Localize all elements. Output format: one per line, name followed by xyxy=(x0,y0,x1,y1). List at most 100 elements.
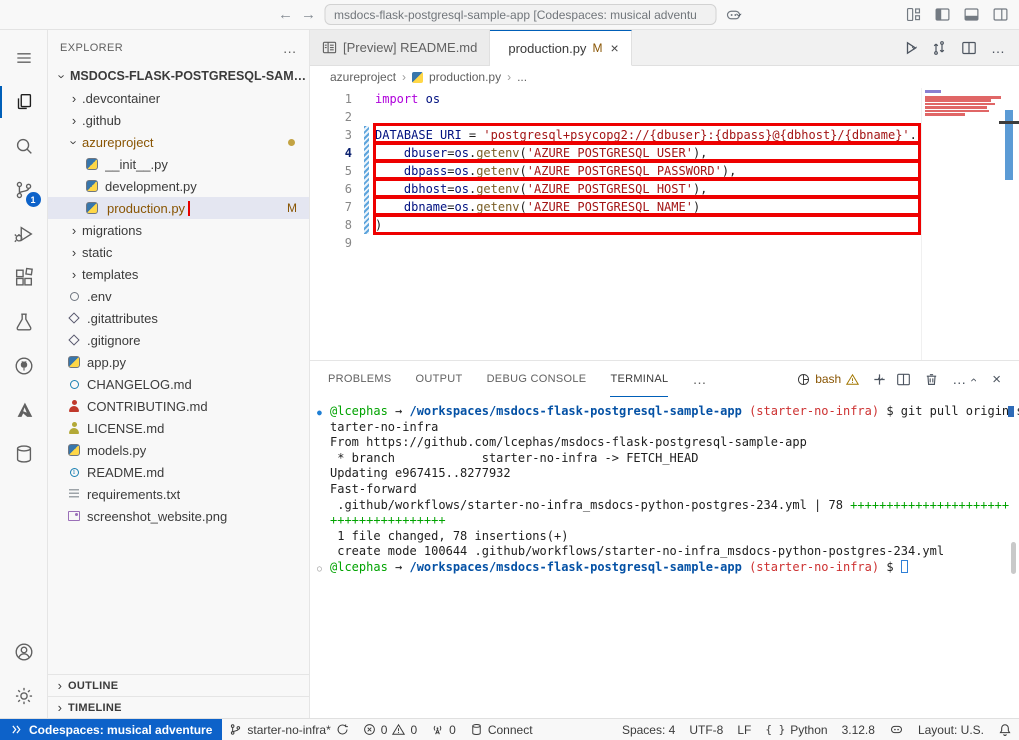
timeline-section[interactable]: ›TIMELINE xyxy=(48,696,309,718)
notifications-bell[interactable] xyxy=(991,719,1019,740)
sidebar-item-requirements-txt[interactable]: requirements.txt xyxy=(48,483,309,505)
sidebar-item-readme-md[interactable]: README.md xyxy=(48,461,309,483)
code-line[interactable]: dbhost=os.getenv('AZURE_POSTGRESQL_HOST'… xyxy=(310,180,921,198)
more-actions-icon[interactable]: … xyxy=(952,371,966,387)
modified-badge: M xyxy=(287,201,297,215)
indentation-status[interactable]: Spaces: 4 xyxy=(615,719,682,740)
remote-indicator[interactable]: Codespaces: musical adventure xyxy=(0,719,222,740)
sidebar-item-search[interactable] xyxy=(0,124,48,168)
sidebar-item-github[interactable] xyxy=(0,344,48,388)
branch-status[interactable]: starter-no-infra* xyxy=(222,719,355,740)
sidebar-item-screenshot-website-png[interactable]: screenshot_website.png xyxy=(48,505,309,527)
account-icon[interactable] xyxy=(0,630,48,674)
sidebar-item-app-py[interactable]: app.py xyxy=(48,351,309,373)
problems-status[interactable]: 0 0 xyxy=(356,719,424,740)
terminal[interactable]: ●@lcephas → /workspaces/msdocs-flask-pos… xyxy=(310,397,1019,718)
sidebar-item-source-control[interactable]: 1 xyxy=(0,168,48,212)
code-line[interactable]: dbpass=os.getenv('AZURE_POSTGRESQL_PASSW… xyxy=(310,162,921,180)
breadcrumb-file[interactable]: production.py xyxy=(429,70,501,84)
menu-icon[interactable] xyxy=(0,36,48,80)
minimap-line xyxy=(925,103,995,106)
more-actions-icon[interactable]: … xyxy=(692,361,706,397)
sidebar-item-license-md[interactable]: LICENSE.md xyxy=(48,417,309,439)
tab-production-py[interactable]: production.py M × xyxy=(490,30,631,66)
sidebar-item-production-py[interactable]: production.pyM xyxy=(48,197,309,219)
breadcrumb-symbol[interactable]: ... xyxy=(517,70,527,84)
toggle-secondary-sidebar-icon[interactable] xyxy=(992,6,1009,23)
split-terminal-icon[interactable] xyxy=(896,372,911,387)
code-lines: import os DATABASE_URI = 'postgresql+psyc… xyxy=(310,90,921,252)
code-line[interactable]: dbname=os.getenv('AZURE_POSTGRESQL_NAME'… xyxy=(310,198,921,216)
sidebar-item--gitattributes[interactable]: .gitattributes xyxy=(48,307,309,329)
file-label: README.md xyxy=(87,465,164,480)
run-button[interactable]: › xyxy=(903,40,917,56)
language-status[interactable]: { } Python xyxy=(758,719,834,740)
minimap[interactable] xyxy=(921,88,1019,360)
sidebar-item--devcontainer[interactable]: ›.devcontainer xyxy=(48,87,309,109)
code-editor[interactable]: 123456789 import osDATABASE_URI = 'postg… xyxy=(310,88,1019,360)
code-line[interactable] xyxy=(310,234,921,252)
toggle-primary-sidebar-icon[interactable] xyxy=(934,6,951,23)
gear-icon[interactable] xyxy=(0,674,48,718)
code-line[interactable] xyxy=(310,108,921,126)
sidebar-item-azure[interactable] xyxy=(0,388,48,432)
close-panel-icon[interactable]: × xyxy=(992,371,1001,388)
breadcrumb-folder[interactable]: azureproject xyxy=(330,70,396,84)
split-editor-icon[interactable] xyxy=(961,40,977,56)
customize-layout-icon[interactable] xyxy=(905,6,922,23)
forward-icon[interactable]: → xyxy=(301,6,316,23)
more-actions-icon[interactable]: … xyxy=(991,40,1005,56)
code-line[interactable]: import os xyxy=(310,90,921,108)
sidebar-item-development-py[interactable]: development.py xyxy=(48,175,309,197)
sidebar-item-explorer[interactable] xyxy=(0,80,48,124)
kill-terminal-icon[interactable] xyxy=(924,372,939,387)
sidebar-item-static[interactable]: ›static xyxy=(48,241,309,263)
more-actions-icon[interactable]: … xyxy=(283,40,297,56)
encoding-status[interactable]: UTF-8 xyxy=(682,719,730,740)
python-version-status[interactable]: 3.12.8 xyxy=(835,719,882,740)
sidebar-item--github[interactable]: ›.github xyxy=(48,109,309,131)
connect-status[interactable]: Connect xyxy=(463,719,540,740)
terminal-shell-selector[interactable]: bash xyxy=(797,372,859,386)
sidebar-item--env[interactable]: .env xyxy=(48,285,309,307)
sidebar-item-azureproject[interactable]: ›azureproject xyxy=(48,131,309,153)
copilot-status[interactable] xyxy=(882,719,911,740)
copilot-icon[interactable]: › xyxy=(724,6,741,24)
sidebar-item-changelog-md[interactable]: CHANGELOG.md xyxy=(48,373,309,395)
sidebar-item-testing[interactable] xyxy=(0,300,48,344)
back-icon[interactable]: ← xyxy=(278,6,293,23)
code-line[interactable]: ) xyxy=(310,216,921,234)
open-changes-icon[interactable] xyxy=(931,40,947,56)
settings-icon xyxy=(66,288,82,304)
close-icon[interactable]: × xyxy=(610,40,618,56)
sidebar-item-templates[interactable]: ›templates xyxy=(48,263,309,285)
code-line[interactable]: dbuser=os.getenv('AZURE_POSTGRESQL_USER'… xyxy=(310,144,921,162)
sidebar-item--init-py[interactable]: __init__.py xyxy=(48,153,309,175)
command-center-search[interactable] xyxy=(324,4,716,25)
chevron-expanded-icon: › xyxy=(54,69,70,84)
source-control-badge: 1 xyxy=(26,192,41,207)
sidebar-item-msdocs-flask-postgresql-sample-[interactable]: ›MSDOCS-FLASK-POSTGRESQL-SAMPLE-... xyxy=(48,65,309,87)
new-terminal-button[interactable]: › xyxy=(872,372,883,387)
code-line[interactable]: DATABASE_URI = 'postgresql+psycopg2://{d… xyxy=(310,126,921,144)
chevron-down-icon: › xyxy=(732,13,746,17)
tab-problems[interactable]: PROBLEMS xyxy=(328,361,392,397)
tab-preview-readme[interactable]: [Preview] README.md xyxy=(310,30,490,66)
tab-output[interactable]: OUTPUT xyxy=(416,361,463,397)
layout-status[interactable]: Layout: U.S. xyxy=(911,719,991,740)
sidebar-item-database[interactable] xyxy=(0,432,48,476)
file-label: azureproject xyxy=(82,135,154,150)
toggle-panel-icon[interactable] xyxy=(963,6,980,23)
tab-debug-console[interactable]: DEBUG CONSOLE xyxy=(487,361,587,397)
sync-icon xyxy=(336,723,349,736)
outline-section[interactable]: ›OUTLINE xyxy=(48,674,309,696)
ports-status[interactable]: 0 xyxy=(424,719,463,740)
sidebar-item-models-py[interactable]: models.py xyxy=(48,439,309,461)
tab-terminal[interactable]: TERMINAL xyxy=(610,361,668,397)
sidebar-item-contributing-md[interactable]: CONTRIBUTING.md xyxy=(48,395,309,417)
sidebar-item-migrations[interactable]: ›migrations xyxy=(48,219,309,241)
sidebar-item-run-debug[interactable] xyxy=(0,212,48,256)
sidebar-item-extensions[interactable] xyxy=(0,256,48,300)
sidebar-item--gitignore[interactable]: .gitignore xyxy=(48,329,309,351)
eol-status[interactable]: LF xyxy=(730,719,758,740)
